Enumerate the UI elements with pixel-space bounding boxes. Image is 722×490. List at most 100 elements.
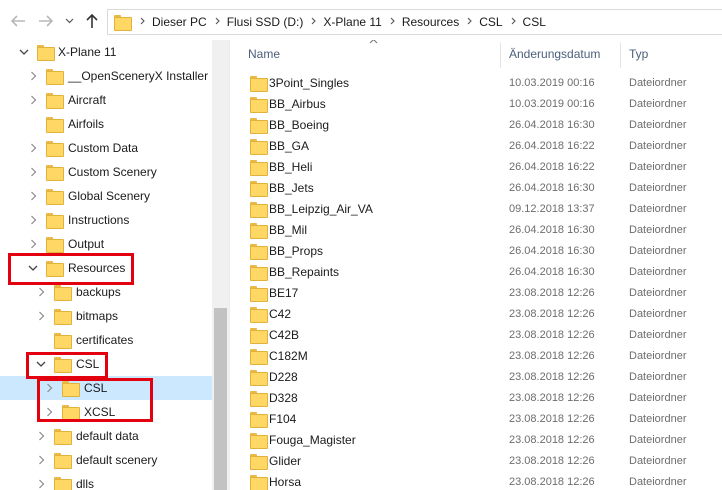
chevron-right-icon[interactable] (27, 142, 39, 154)
list-item[interactable]: BB_Heli 26.04.2018 16:22 Dateiordner (230, 156, 722, 177)
list-item[interactable]: BB_Jets 26.04.2018 16:30 Dateiordner (230, 177, 722, 198)
chevron-right-icon[interactable] (140, 17, 145, 28)
list-item[interactable]: BB_Props 26.04.2018 16:30 Dateiordner (230, 240, 722, 261)
list-item[interactable]: Horsa 23.08.2018 12:26 Dateiordner (230, 471, 722, 490)
highlight-csl-xcsl (37, 378, 153, 422)
tree-item[interactable]: default data (0, 424, 212, 448)
folder-icon (250, 370, 268, 386)
chevron-right-icon[interactable] (27, 94, 39, 106)
list-item[interactable]: C42B 23.08.2018 12:26 Dateiordner (230, 324, 722, 345)
tree-item[interactable]: Aircraft (0, 88, 212, 112)
tree-item[interactable]: default scenery (0, 448, 212, 472)
chevron-right-icon[interactable] (27, 166, 39, 178)
address-bar[interactable]: Dieser PC Flusi SSD (D:) X-Plane 11 Resourc… (107, 9, 722, 35)
chevron-right-icon[interactable] (511, 17, 516, 28)
chevron-down-icon[interactable] (62, 10, 76, 32)
breadcrumb-item[interactable]: Flusi SSD (D:) (207, 15, 303, 29)
list-item[interactable]: BB_Airbus 10.03.2019 00:16 Dateiordner (230, 93, 722, 114)
folder-icon (250, 307, 268, 323)
list-item[interactable]: F104 23.08.2018 12:26 Dateiordner (230, 408, 722, 429)
file-date: 23.08.2018 12:26 (509, 412, 595, 425)
chevron-right-icon[interactable] (27, 214, 39, 226)
chevron-right-icon[interactable] (467, 17, 472, 28)
up-arrow-icon[interactable] (82, 10, 102, 32)
folder-icon (46, 237, 64, 253)
tree-item[interactable]: Global Scenery (0, 184, 212, 208)
breadcrumb-item[interactable]: CSL (503, 15, 546, 29)
file-type: Dateiordner (629, 286, 687, 299)
tree-item[interactable]: Custom Data (0, 136, 212, 160)
column-divider[interactable] (620, 42, 621, 68)
list-item[interactable]: BB_Mil 26.04.2018 16:30 Dateiordner (230, 219, 722, 240)
list-item[interactable]: D228 23.08.2018 12:26 Dateiordner (230, 366, 722, 387)
breadcrumb-item[interactable]: X-Plane 11 (303, 15, 382, 29)
file-type: Dateiordner (629, 118, 687, 131)
file-type: Dateiordner (629, 412, 687, 425)
folder-icon (250, 223, 268, 239)
folder-icon (54, 477, 72, 490)
list-item[interactable]: BB_Repaints 26.04.2018 16:30 Dateiordner (230, 261, 722, 282)
chevron-down-icon[interactable] (18, 46, 30, 58)
chevron-right-icon[interactable] (390, 17, 395, 28)
list-item[interactable]: Glider 23.08.2018 12:26 Dateiordner (230, 450, 722, 471)
scrollbar-thumb[interactable] (214, 308, 227, 490)
file-name: BB_Props (269, 243, 324, 258)
chevron-right-icon[interactable] (27, 190, 39, 202)
column-header-type[interactable]: Typ (629, 40, 648, 68)
list-item[interactable]: BB_Leipzig_Air_VA 09.12.2018 13:37 Dateior… (230, 198, 722, 219)
folder-icon (46, 69, 64, 85)
list-item[interactable]: C182M 23.08.2018 12:26 Dateiordner (230, 345, 722, 366)
chevron-right-icon[interactable] (27, 70, 39, 82)
folder-icon (250, 181, 268, 197)
breadcrumb-label: Dieser PC (152, 15, 207, 29)
list-item[interactable]: 3Point_Singles 10.03.2019 00:16 Dateiordne… (230, 72, 722, 93)
folder-icon (46, 165, 64, 181)
chevron-right-icon[interactable] (35, 310, 47, 322)
file-date: 26.04.2018 16:30 (509, 181, 595, 194)
breadcrumb-item[interactable]: Dieser PC (132, 15, 207, 29)
list-item[interactable]: C42 23.08.2018 12:26 Dateiordner (230, 303, 722, 324)
tree-item[interactable]: Airfoils (0, 112, 212, 136)
tree-item[interactable]: bitmaps (0, 304, 212, 328)
list-item[interactable]: BB_GA 26.04.2018 16:22 Dateiordner (230, 135, 722, 156)
chevron-right-icon[interactable] (35, 286, 47, 298)
tree-item-label: Airfoils (68, 117, 105, 131)
tree-item[interactable]: __OpenSceneryX Installer (0, 64, 212, 88)
column-header-date[interactable]: Änderungsdatum (509, 40, 600, 68)
list-item[interactable]: Fouga_Magister 23.08.2018 12:26 Dateiordne… (230, 429, 722, 450)
folder-icon (54, 453, 72, 469)
tree-scrollbar[interactable] (212, 40, 229, 490)
file-date: 26.04.2018 16:30 (509, 244, 595, 257)
forward-arrow-icon[interactable] (36, 10, 56, 32)
tree-item[interactable]: certificates (0, 328, 212, 352)
tree-item-label: Output (68, 237, 105, 251)
list-item[interactable]: BB_Boeing 26.04.2018 16:30 Dateiordner (230, 114, 722, 135)
column-type-label: Typ (629, 47, 649, 61)
breadcrumb-item[interactable]: CSL (459, 15, 503, 29)
chevron-right-icon[interactable] (27, 238, 39, 250)
tree-item[interactable]: Custom Scenery (0, 160, 212, 184)
chevron-right-icon[interactable] (215, 17, 220, 28)
chevron-right-icon[interactable] (35, 454, 47, 466)
column-divider[interactable] (500, 42, 501, 68)
column-header-name[interactable]: Name (248, 40, 280, 68)
breadcrumb-item[interactable]: Resources (382, 15, 459, 29)
chevron-right-icon[interactable] (35, 478, 47, 490)
tree-item-label: bitmaps (76, 309, 119, 323)
back-arrow-icon[interactable] (8, 10, 28, 32)
tree-item[interactable]: X-Plane 11 (0, 40, 212, 64)
file-type: Dateiordner (629, 433, 687, 446)
file-type: Dateiordner (629, 475, 687, 488)
file-type: Dateiordner (629, 139, 687, 152)
chevron-right-icon[interactable] (311, 17, 317, 28)
folder-icon (46, 213, 64, 229)
list-item[interactable]: BE17 23.08.2018 12:26 Dateiordner (230, 282, 722, 303)
tree-item[interactable]: Instructions (0, 208, 212, 232)
list-item[interactable]: D328 23.08.2018 12:26 Dateiordner (230, 387, 722, 408)
tree-item-label: backups (76, 285, 121, 299)
file-name: BB_Jets (269, 180, 314, 195)
folder-icon (54, 333, 72, 349)
tree-item[interactable]: dlls (0, 472, 212, 490)
folder-icon (250, 118, 268, 134)
chevron-right-icon[interactable] (35, 430, 47, 442)
